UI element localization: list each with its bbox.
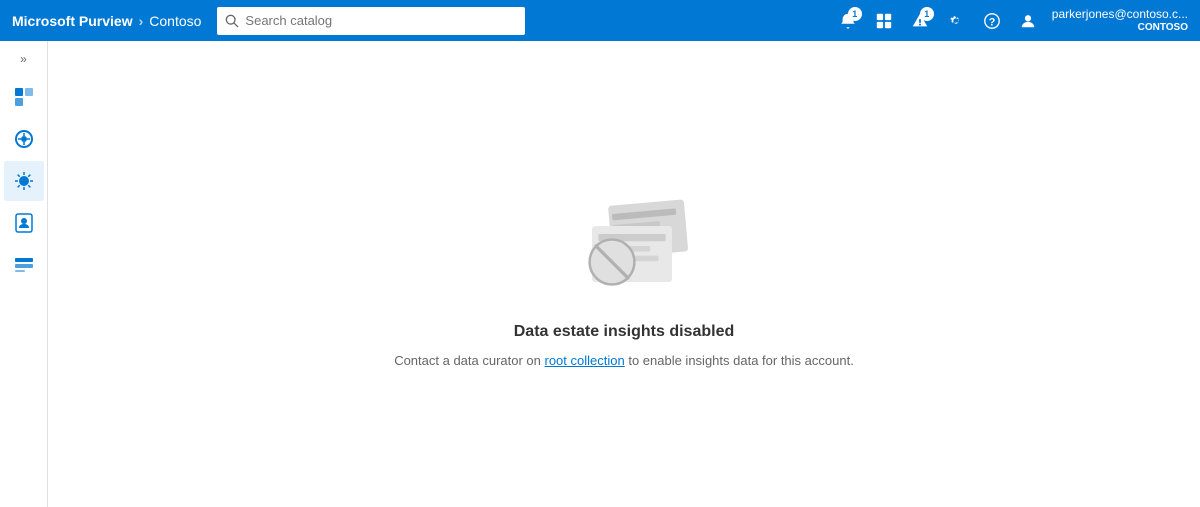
brand-name: Microsoft Purview [12,13,133,29]
alerts-badge: 1 [920,7,934,21]
sidebar-item-catalog[interactable] [4,77,44,117]
settings-button[interactable] [940,5,972,37]
brand-separator: › [139,13,144,29]
account-button[interactable] [1012,5,1044,37]
notifications-button[interactable]: 1 [832,5,864,37]
gear-icon [947,12,965,30]
alerts-button[interactable]: 1 [904,5,936,37]
root-collection-link[interactable]: root collection [545,353,625,368]
expand-icon: » [20,52,27,66]
search-bar[interactable] [217,7,524,35]
sidebar: » [0,41,48,507]
management-icon [12,253,36,277]
empty-title: Data estate insights disabled [514,323,735,341]
sidebar-item-management[interactable] [4,245,44,285]
search-icon [225,14,239,28]
notifications-badge: 1 [848,7,862,21]
main-layout: » [0,41,1200,507]
search-input[interactable] [245,13,516,28]
policy-icon [12,211,36,235]
user-email: parkerjones@contoso.c... [1052,7,1188,21]
empty-state: Data estate insights disabled Contact a … [394,181,854,368]
app-switcher-button[interactable] [868,5,900,37]
app-header: Microsoft Purview › Contoso 1 [0,0,1200,41]
empty-subtitle: Contact a data curator on root collectio… [394,353,854,368]
datamap-icon [12,127,36,151]
svg-text:?: ? [988,16,995,28]
user-tenant-label: CONTOSO [1138,22,1188,34]
tenant-name: Contoso [149,13,201,29]
person-icon [1019,12,1037,30]
brand: Microsoft Purview › Contoso [12,13,201,29]
help-button[interactable]: ? [976,5,1008,37]
header-icons: 1 1 [832,5,1188,37]
empty-state-illustration [544,181,704,311]
insights-icon [12,169,36,193]
user-info[interactable]: parkerjones@contoso.c... CONTOSO [1052,7,1188,33]
main-content: Data estate insights disabled Contact a … [48,41,1200,507]
question-icon: ? [983,12,1001,30]
grid-icon [875,12,893,30]
catalog-icon [12,85,36,109]
sidebar-item-insights[interactable] [4,161,44,201]
sidebar-expand-button[interactable]: » [4,45,44,73]
sidebar-item-policy[interactable] [4,203,44,243]
sidebar-item-datamap[interactable] [4,119,44,159]
